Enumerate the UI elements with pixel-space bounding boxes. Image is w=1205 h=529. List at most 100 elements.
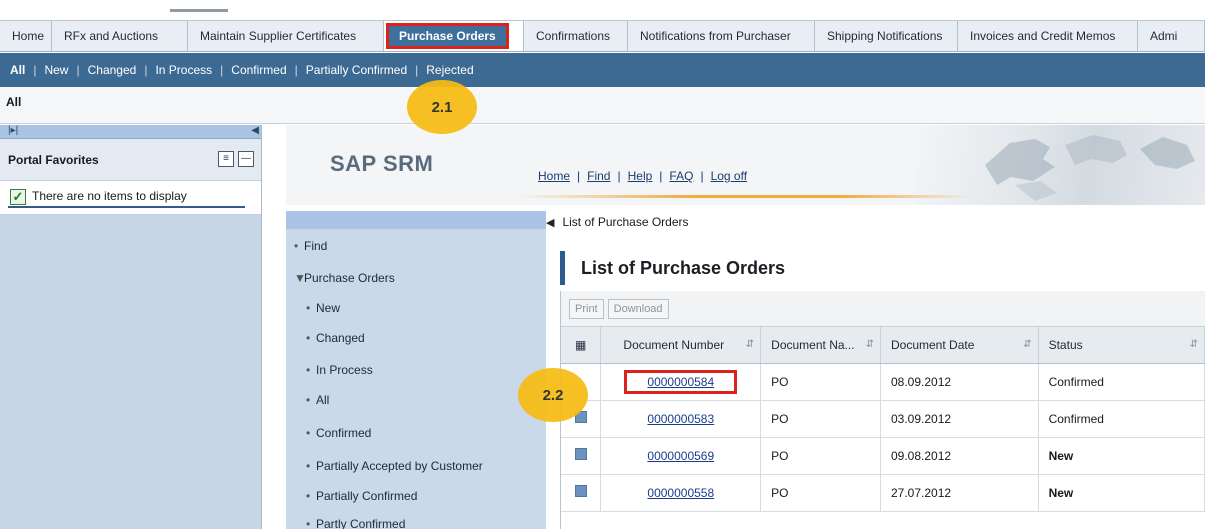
document-number-link[interactable]: 0000000558 (647, 486, 714, 500)
sap-srm-logo: SAP SRM (330, 151, 434, 176)
favorites-underline (8, 206, 245, 208)
subnav-confirmed[interactable]: Confirmed (231, 63, 286, 77)
document-date-cell: 08.09.2012 (880, 363, 1039, 401)
nav-item-partially-accepted[interactable]: • Partially Accepted by Customer (306, 459, 483, 473)
col-document-date[interactable]: Document Date ⇵ (880, 327, 1039, 364)
nav-item-in-process[interactable]: • In Process (306, 363, 373, 377)
link-separator: | (659, 169, 663, 183)
sort-icon[interactable]: ⇵ (866, 339, 874, 350)
top-level-tabs: Home RFx and Auctions Maintain Supplier … (0, 20, 1205, 52)
link-separator: | (700, 169, 704, 183)
bullet-icon: • (306, 363, 311, 377)
row-selector[interactable] (561, 474, 602, 512)
purchase-orders-table: Print Download ▦ Document Number ⇵ Docume… (560, 291, 1205, 529)
orders-grid: ▦ Document Number ⇵ Document Na... ⇵ Docum… (561, 327, 1205, 512)
document-number-link[interactable]: 0000000569 (647, 449, 714, 463)
tab-supplier-certificates[interactable]: Maintain Supplier Certificates (188, 21, 384, 51)
status-cell: Confirmed (1038, 400, 1205, 438)
link-find[interactable]: Find (587, 169, 610, 183)
collapse-arrow-icon[interactable]: ◀ (251, 125, 259, 136)
expand-triangle-icon: ▼ (294, 271, 306, 285)
subnav-all[interactable]: All (10, 63, 25, 77)
subnav-rejected[interactable]: Rejected (426, 63, 473, 77)
document-number-cell: 0000000584 (600, 363, 762, 401)
table-row[interactable]: 0000000558 PO 27.07.2012 New (561, 474, 1205, 512)
tab-notifications-from-purchaser[interactable]: Notifications from Purchaser (628, 21, 815, 51)
document-number-cell: 0000000569 (600, 437, 762, 475)
tab-admin[interactable]: Admi (1138, 21, 1205, 51)
row-select-icon[interactable] (574, 485, 587, 497)
tab-rfx-auctions[interactable]: RFx and Auctions (52, 21, 188, 51)
nav-item-partially-confirmed[interactable]: • Partially Confirmed (306, 489, 417, 503)
nav-purchase-orders[interactable]: ▼Purchase Orders (294, 271, 395, 285)
subnav-partially-confirmed[interactable]: Partially Confirmed (306, 63, 407, 77)
portal-panel-bar: |▸| ◀ (0, 125, 261, 139)
print-button[interactable]: Print (569, 299, 604, 319)
tab-confirmations[interactable]: Confirmations (524, 21, 628, 51)
bullet-icon: • (306, 393, 311, 407)
nav-item-label: Partially Confirmed (316, 489, 418, 503)
bullet-icon: • (306, 426, 311, 440)
nav-item-all[interactable]: • All (306, 393, 329, 407)
col-status[interactable]: Status ⇵ (1038, 327, 1205, 364)
table-row[interactable]: 0000000584 PO 08.09.2012 Confirmed (561, 363, 1205, 401)
row-selector[interactable] (561, 437, 602, 475)
nav-item-label: Partly Confirmed (316, 517, 406, 529)
bullet-icon: • (306, 459, 311, 473)
sort-icon[interactable]: ⇵ (746, 339, 754, 350)
sub-navigation: All | New | Changed | In Process | Confi… (0, 53, 1205, 87)
portal-panel: |▸| ◀ Portal Favorites ≡ — ✓ There are n… (0, 125, 262, 529)
portal-favorites-title: Portal Favorites (8, 153, 99, 167)
nav-find[interactable]: • Find (294, 239, 327, 253)
minimize-icon[interactable]: — (238, 151, 254, 167)
bullet-icon: • (294, 239, 299, 253)
col-document-name[interactable]: Document Na... ⇵ (760, 327, 881, 364)
nav-item-confirmed[interactable]: • Confirmed (306, 426, 371, 440)
table-row[interactable]: 0000000583 PO 03.09.2012 Confirmed (561, 400, 1205, 438)
download-button[interactable]: Download (607, 299, 669, 319)
col-document-number[interactable]: Document Number ⇵ (600, 327, 762, 364)
link-separator: | (617, 169, 621, 183)
menu-list-icon[interactable]: ≡ (218, 151, 234, 167)
table-row[interactable]: 0000000569 PO 09.08.2012 New (561, 437, 1205, 475)
nav-item-label: Partially Accepted by Customer (316, 459, 483, 473)
subnav-new[interactable]: New (44, 63, 68, 77)
link-faq[interactable]: FAQ (669, 169, 693, 183)
world-map-image (915, 125, 1205, 205)
document-number-link[interactable]: 0000000584 (647, 375, 714, 389)
select-all-icon[interactable]: ▦ (561, 327, 602, 364)
subnav-changed[interactable]: Changed (88, 63, 137, 77)
context-label: All (6, 95, 22, 109)
link-logoff[interactable]: Log off (711, 169, 747, 183)
nav-item-partly-confirmed[interactable]: • Partly Confirmed (306, 517, 405, 529)
document-name-cell: PO (760, 474, 881, 512)
context-strip: All (0, 87, 1205, 124)
nav-item-changed[interactable]: • Changed (306, 331, 365, 345)
tab-purchase-orders-label: Purchase Orders (386, 23, 509, 49)
bullet-icon: • (306, 517, 311, 529)
tab-home[interactable]: Home (0, 21, 52, 51)
sort-icon[interactable]: ⇵ (1190, 339, 1198, 350)
subnav-in-process[interactable]: In Process (155, 63, 212, 77)
nav-item-label: New (316, 301, 341, 315)
top-strip (0, 0, 1205, 20)
tab-purchase-orders[interactable]: Purchase Orders (384, 21, 524, 51)
link-help[interactable]: Help (628, 169, 653, 183)
document-date-cell: 09.08.2012 (880, 437, 1039, 475)
subnav-separator: | (33, 63, 37, 77)
link-home[interactable]: Home (538, 169, 570, 183)
highlight-box: 0000000584 (624, 369, 738, 394)
sort-icon[interactable]: ⇵ (1023, 339, 1031, 350)
header-accent-line (516, 195, 976, 198)
nav-item-label: In Process (316, 363, 373, 377)
nav-item-new[interactable]: • New (306, 301, 340, 315)
portal-favorites-header: Portal Favorites ≡ — (0, 139, 261, 181)
document-number-link[interactable]: 0000000583 (647, 412, 714, 426)
tab-shipping-notifications[interactable]: Shipping Notifications (815, 21, 958, 51)
expand-panel-icon[interactable]: |▸| (8, 125, 18, 136)
collapse-nav-icon[interactable]: ◀ (546, 216, 554, 229)
row-select-icon[interactable] (574, 448, 587, 460)
tab-invoices-credit-memos[interactable]: Invoices and Credit Memos (958, 21, 1138, 51)
status-cell: New (1038, 474, 1205, 512)
empty-message: There are no items to display (32, 189, 187, 203)
